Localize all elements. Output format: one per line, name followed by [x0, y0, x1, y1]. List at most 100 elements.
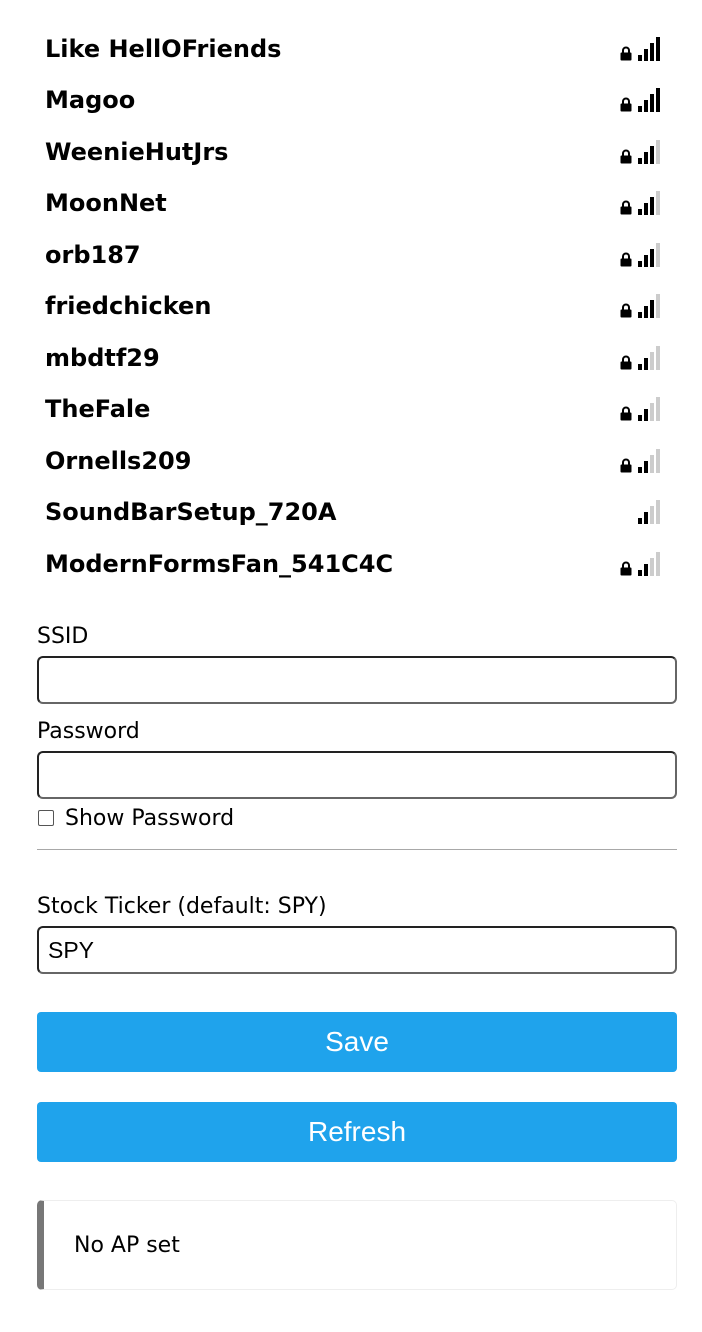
signal-bar [650, 197, 654, 216]
network-ssid[interactable]: WeenieHutJrs [45, 138, 620, 166]
signal-bar [638, 466, 642, 473]
network-ssid[interactable]: ModernFormsFan_541C4C [45, 550, 620, 578]
signal-bar [638, 569, 642, 576]
signal-bar [656, 139, 660, 164]
network-item[interactable]: Magoo [37, 75, 677, 127]
network-ssid[interactable]: orb187 [45, 241, 620, 269]
network-item[interactable]: Ornells209 [37, 435, 677, 487]
ticker-label: Stock Ticker (default: SPY) [37, 894, 327, 919]
signal-strength-icon [638, 88, 661, 113]
lock-icon [620, 200, 632, 215]
lock-icon [620, 149, 632, 164]
network-item[interactable]: orb187 [37, 229, 677, 281]
network-icons [620, 551, 661, 576]
save-button[interactable]: Save [37, 1012, 677, 1072]
signal-bar [644, 512, 648, 525]
network-ssid[interactable]: Ornells209 [45, 447, 620, 475]
lock-icon [620, 561, 632, 576]
signal-bar [644, 460, 648, 473]
lock-icon [620, 46, 632, 61]
status-message: No AP set [74, 1232, 180, 1258]
show-password-row[interactable]: Show Password [37, 799, 677, 837]
show-password-label[interactable]: Show Password [65, 806, 234, 831]
network-item[interactable]: Like HellOFriends [37, 23, 677, 75]
signal-bar [656, 294, 660, 319]
ssid-input[interactable] [37, 656, 677, 704]
signal-bar [650, 94, 654, 113]
signal-bar [644, 100, 648, 113]
network-ssid[interactable]: MoonNet [45, 189, 620, 217]
signal-bar [656, 242, 660, 267]
signal-bar [644, 357, 648, 370]
status-message-box: No AP set [37, 1200, 677, 1290]
signal-bar [650, 454, 654, 473]
wifi-setup-page: Like HellOFriends Magoo WeenieHutJrs MoonNe… [37, 0, 677, 1162]
network-icons [620, 242, 661, 267]
network-icons [638, 500, 661, 525]
signal-strength-icon [638, 551, 661, 576]
show-password-checkbox[interactable] [38, 810, 54, 826]
signal-bar [638, 363, 642, 370]
signal-bar [656, 397, 660, 422]
network-item[interactable]: ModernFormsFan_541C4C [37, 538, 677, 590]
signal-strength-icon [638, 345, 661, 370]
network-ssid[interactable]: mbdtf29 [45, 344, 620, 372]
signal-strength-icon [638, 397, 661, 422]
signal-strength-icon [638, 139, 661, 164]
network-item[interactable]: MoonNet [37, 178, 677, 230]
network-item[interactable]: TheFale [37, 384, 677, 436]
signal-bar [656, 345, 660, 370]
signal-bar [656, 500, 660, 525]
signal-bar [644, 151, 648, 164]
signal-bar [650, 42, 654, 61]
lock-icon [620, 97, 632, 112]
signal-bar [644, 563, 648, 576]
signal-strength-icon [638, 36, 661, 61]
network-item[interactable]: WeenieHutJrs [37, 126, 677, 178]
signal-bar [650, 506, 654, 525]
lock-icon [620, 252, 632, 267]
signal-strength-icon [638, 294, 661, 319]
signal-bar [644, 48, 648, 61]
signal-bar [638, 260, 642, 267]
network-ssid[interactable]: Magoo [45, 86, 620, 114]
signal-bar [644, 409, 648, 422]
network-ssid[interactable]: TheFale [45, 395, 620, 423]
signal-strength-icon [638, 448, 661, 473]
signal-bar [656, 551, 660, 576]
lock-icon [620, 355, 632, 370]
signal-bar [656, 36, 660, 61]
network-ssid[interactable]: friedchicken [45, 292, 620, 320]
ssid-label: SSID [37, 624, 89, 649]
signal-bar [638, 106, 642, 113]
signal-bar [638, 54, 642, 61]
network-item[interactable]: mbdtf29 [37, 332, 677, 384]
signal-bar [656, 88, 660, 113]
network-icons [620, 294, 661, 319]
signal-strength-icon [638, 242, 661, 267]
signal-bar [638, 157, 642, 164]
signal-bar [638, 312, 642, 319]
network-list: Like HellOFriends Magoo WeenieHutJrs MoonNe… [37, 23, 677, 590]
network-icons [620, 88, 661, 113]
signal-bar [644, 203, 648, 216]
network-icons [620, 139, 661, 164]
signal-bar [638, 209, 642, 216]
divider [37, 849, 677, 850]
network-ssid[interactable]: SoundBarSetup_720A [45, 498, 638, 526]
ticker-input[interactable] [37, 926, 677, 974]
signal-bar [650, 403, 654, 422]
signal-bar [650, 145, 654, 164]
network-item[interactable]: friedchicken [37, 281, 677, 333]
lock-icon [620, 458, 632, 473]
network-ssid[interactable]: Like HellOFriends [45, 35, 620, 63]
lock-icon [620, 303, 632, 318]
wifi-form: SSID Password Show Password Stock Ticker… [37, 618, 677, 1162]
signal-bar [644, 254, 648, 267]
signal-strength-icon [638, 500, 661, 525]
password-input[interactable] [37, 751, 677, 799]
network-item[interactable]: SoundBarSetup_720A [37, 487, 677, 539]
signal-bar [650, 351, 654, 370]
refresh-button[interactable]: Refresh [37, 1102, 677, 1162]
signal-strength-icon [638, 191, 661, 216]
